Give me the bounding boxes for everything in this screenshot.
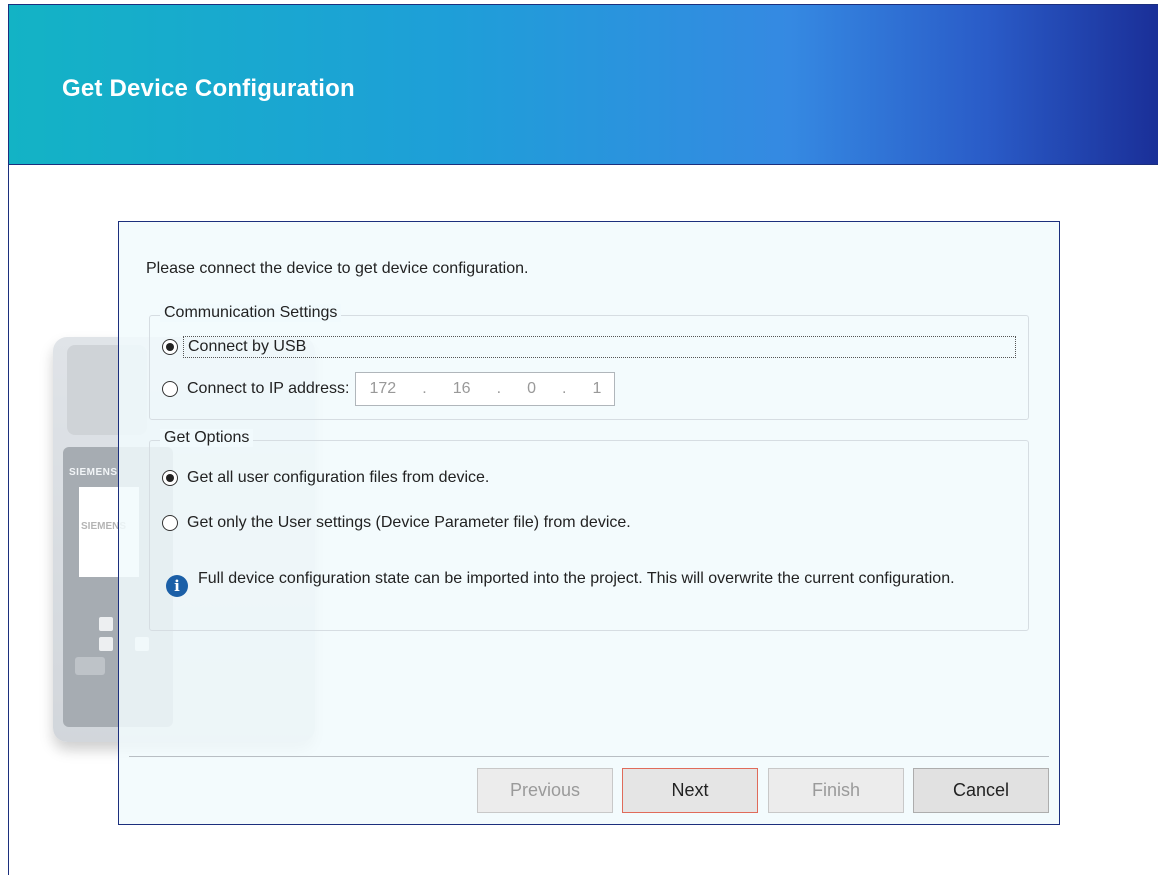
ip-dot-2: .: [496, 380, 502, 397]
connect-ip-radio[interactable]: [162, 381, 178, 397]
device-down-button-icon: [99, 637, 113, 651]
get-user-settings-label[interactable]: Get only the User settings (Device Param…: [187, 514, 631, 532]
info-text: Full device configuration state can be i…: [198, 570, 955, 587]
get-options-group: Get Options Get all user configuration f…: [149, 429, 1029, 631]
connect-usb-option[interactable]: Connect by USB: [162, 336, 1016, 358]
connect-usb-label[interactable]: Connect by USB: [183, 336, 1016, 358]
page-title: Get Device Configuration: [62, 75, 355, 102]
info-message: i Full device configuration state can be…: [166, 567, 1018, 597]
get-options-legend: Get Options: [160, 429, 254, 447]
communication-settings-legend: Communication Settings: [160, 304, 342, 322]
previous-button[interactable]: Previous: [477, 768, 613, 813]
ip-octet-3[interactable]: 0: [527, 380, 536, 398]
connect-ip-label[interactable]: Connect to IP address:: [187, 380, 349, 398]
ip-octet-1[interactable]: 172: [369, 380, 396, 398]
button-separator: [129, 756, 1049, 757]
wizard-dialog: Please connect the device to get device …: [118, 221, 1060, 825]
ip-dot-1: .: [422, 380, 427, 397]
connect-ip-option[interactable]: Connect to IP address: 172 . 16 . 0 . 1: [162, 372, 616, 406]
ip-dot-3: .: [562, 380, 567, 397]
ip-octet-2[interactable]: 16: [453, 380, 471, 398]
device-up-button-icon: [99, 617, 113, 631]
device-brand-label: SIEMENS: [69, 467, 118, 478]
cancel-button[interactable]: Cancel: [913, 768, 1049, 813]
ip-octet-4[interactable]: 1: [593, 380, 602, 398]
finish-button[interactable]: Finish: [768, 768, 904, 813]
connect-usb-radio[interactable]: [162, 339, 178, 355]
next-button[interactable]: Next: [622, 768, 758, 813]
ip-address-input[interactable]: 172 . 16 . 0 . 1: [355, 372, 616, 406]
info-icon: i: [166, 575, 188, 597]
get-user-settings-option[interactable]: Get only the User settings (Device Param…: [162, 514, 631, 532]
get-all-files-option[interactable]: Get all user configuration files from de…: [162, 469, 489, 487]
instruction-text: Please connect the device to get device …: [146, 260, 529, 277]
get-user-settings-radio[interactable]: [162, 515, 178, 531]
device-usb-port: [75, 657, 105, 675]
get-all-files-radio[interactable]: [162, 470, 178, 486]
header-banner: Get Device Configuration: [9, 5, 1158, 165]
get-all-files-label[interactable]: Get all user configuration files from de…: [187, 469, 489, 487]
communication-settings-group: Communication Settings Connect by USB Co…: [149, 304, 1029, 420]
